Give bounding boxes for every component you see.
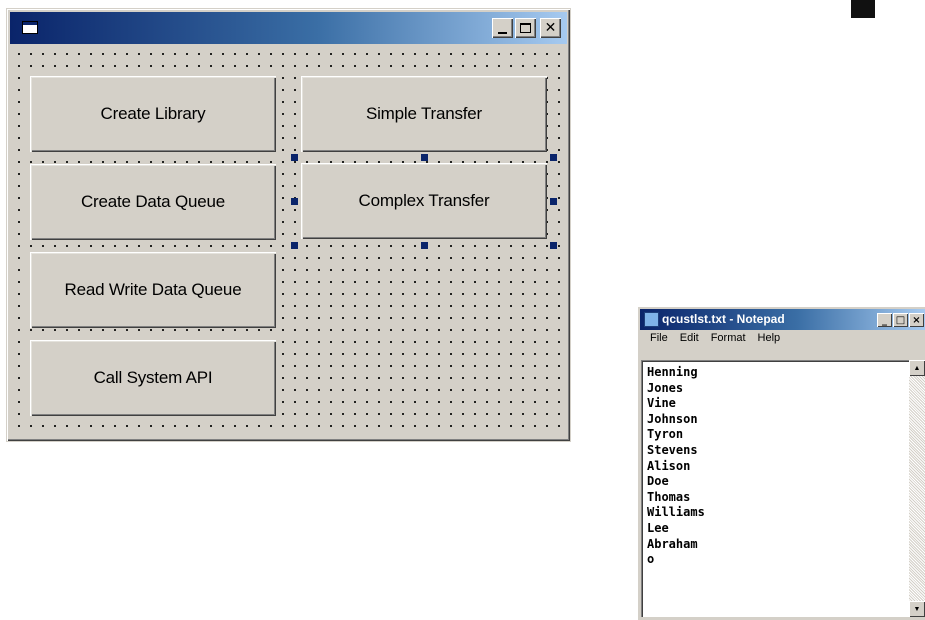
- read-write-data-queue-button[interactable]: Read Write Data Queue: [30, 252, 276, 328]
- menu-file[interactable]: File: [650, 332, 668, 350]
- notepad-line: Williams: [647, 505, 705, 520]
- form-design-surface[interactable]: Create Library Create Data Queue Read Wr…: [11, 46, 566, 437]
- notepad-text-area[interactable]: Henning Jones Vine Johnson Tyron Stevens…: [641, 360, 909, 617]
- close-icon: ✕: [544, 20, 557, 36]
- minimize-icon: _: [882, 314, 887, 326]
- notepad-line: Doe: [647, 474, 669, 489]
- minimize-icon: [498, 31, 507, 34]
- selection-handle-bottom-right[interactable]: [550, 242, 557, 249]
- maximize-icon: [520, 23, 531, 33]
- notepad-titlebar[interactable]: qcustlst.txt - Notepad _ □ ×: [640, 309, 925, 330]
- menu-edit[interactable]: Edit: [680, 332, 699, 350]
- notepad-line: Lee: [647, 520, 669, 535]
- notepad-line: Thomas: [647, 489, 691, 504]
- notepad-line: Henning: [647, 365, 698, 379]
- notepad-line: Alison: [647, 458, 691, 473]
- simple-transfer-button[interactable]: Simple Transfer: [301, 76, 547, 152]
- form-designer-window: ✕ Create Library Create Data Queue Read …: [6, 8, 571, 442]
- selection-handle-top-left[interactable]: [291, 154, 298, 161]
- complex-transfer-button[interactable]: Complex Transfer: [301, 163, 547, 239]
- notepad-line: Jones: [647, 380, 684, 395]
- notepad-menubar: File Edit Format Help: [642, 332, 780, 350]
- selection-handle-top[interactable]: [421, 154, 428, 161]
- form-titlebar[interactable]: ✕: [10, 12, 567, 44]
- close-icon: ×: [912, 314, 921, 326]
- notepad-line: Johnson: [647, 411, 698, 426]
- form-app-icon: [22, 21, 38, 34]
- selection-handle-bottom-left[interactable]: [291, 242, 298, 249]
- create-data-queue-button[interactable]: Create Data Queue: [30, 164, 276, 240]
- notepad-minimize-button[interactable]: _: [877, 313, 892, 327]
- notepad-content: Henning Jones Vine Johnson Tyron Stevens…: [647, 365, 705, 568]
- selection-handle-left[interactable]: [291, 198, 298, 205]
- notepad-maximize-button[interactable]: □: [893, 313, 908, 327]
- scroll-up-button[interactable]: ▲: [909, 360, 925, 376]
- close-button[interactable]: ✕: [540, 18, 561, 38]
- notepad-line: Stevens: [647, 442, 698, 457]
- selection-handle-bottom[interactable]: [421, 242, 428, 249]
- create-library-button[interactable]: Create Library: [30, 76, 276, 152]
- call-system-api-button[interactable]: Call System API: [30, 340, 276, 416]
- notepad-title: qcustlst.txt - Notepad: [662, 312, 785, 326]
- scroll-down-button[interactable]: ▼: [909, 601, 925, 617]
- corner-artifact: [851, 0, 875, 18]
- notepad-vertical-scrollbar[interactable]: ▲ ▼: [909, 360, 925, 617]
- menu-help[interactable]: Help: [758, 332, 781, 350]
- notepad-icon: [644, 312, 659, 327]
- menu-format[interactable]: Format: [711, 332, 746, 350]
- minimize-button[interactable]: [492, 18, 513, 38]
- notepad-line: Vine: [647, 396, 676, 411]
- notepad-window: qcustlst.txt - Notepad _ □ × File Edit F…: [638, 307, 925, 620]
- arrow-down-icon: ▼: [913, 605, 921, 613]
- notepad-line: o: [647, 552, 655, 567]
- notepad-line: Abraham: [647, 536, 698, 551]
- selection-handle-right[interactable]: [550, 198, 557, 205]
- selection-handle-top-right[interactable]: [550, 154, 557, 161]
- maximize-button[interactable]: [515, 18, 536, 38]
- notepad-line: Tyron: [647, 427, 684, 442]
- notepad-close-button[interactable]: ×: [909, 313, 924, 327]
- maximize-icon: □: [895, 314, 906, 326]
- arrow-up-icon: ▲: [913, 364, 921, 372]
